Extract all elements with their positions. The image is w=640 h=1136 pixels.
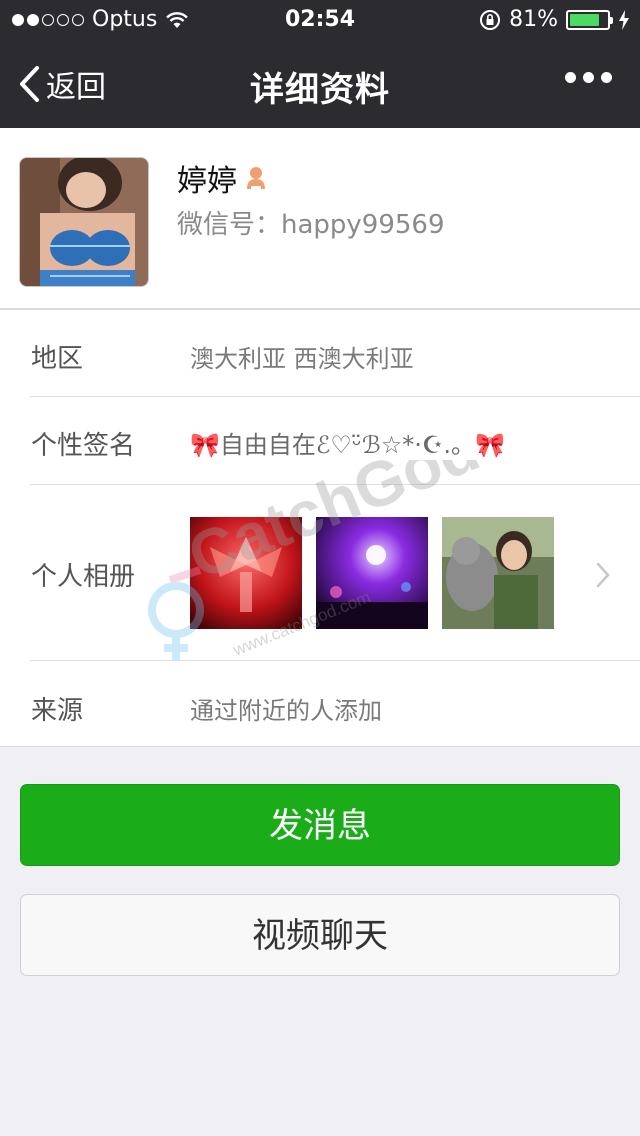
region-label: 地区 <box>31 344 84 374</box>
video-chat-button[interactable]: 视频聊天 <box>20 894 620 976</box>
more-options-icon[interactable] <box>565 72 612 83</box>
album-row[interactable]: 个人相册 <box>0 485 640 661</box>
avatar[interactable] <box>19 157 149 287</box>
status-right: 81% <box>479 7 630 32</box>
album-photo-1[interactable] <box>190 517 302 629</box>
female-gender-icon <box>247 167 265 189</box>
source-label: 来源 <box>31 696 84 726</box>
album-photo-3[interactable] <box>442 517 554 629</box>
battery-icon <box>566 9 613 30</box>
page-title: 详细资料 <box>250 70 390 110</box>
signature-label: 个性签名 <box>31 431 136 461</box>
rotation-lock-icon <box>480 9 501 30</box>
wechat-id: 微信号：happy99569 <box>177 210 445 240</box>
profile-name-row: 婷婷 <box>177 156 267 200</box>
battery-percent: 81% <box>509 7 558 32</box>
signature-row: 个性签名 🎀自由自在ℰ♡ᵕ̈ℬ☆*·☪︎.。🎀 <box>0 397 640 485</box>
nav-bar: 返回 详细资料 <box>0 40 640 128</box>
profile-details-list: 地区 澳大利亚 西澳大利亚 个性签名 🎀自由自在ℰ♡ᵕ̈ℬ☆*·☪︎.。🎀 个人… <box>0 309 640 747</box>
battery-fill <box>570 13 599 26</box>
charging-bolt-icon <box>619 9 629 30</box>
status-bar: Optus 02:54 81% <box>0 0 640 40</box>
region-row: 地区 澳大利亚 西澳大利亚 <box>0 310 640 397</box>
album-label: 个人相册 <box>31 562 136 592</box>
signature-value: 🎀自由自在ℰ♡ᵕ̈ℬ☆*·☪︎.。🎀 <box>190 431 505 459</box>
chevron-right-icon <box>596 562 610 588</box>
send-message-button[interactable]: 发消息 <box>20 784 620 866</box>
more-dot <box>583 72 594 83</box>
more-dot <box>601 72 612 83</box>
source-value: 通过附近的人添加 <box>190 697 382 725</box>
source-row: 来源 通过附近的人添加 <box>0 661 640 748</box>
album-photo-2[interactable] <box>316 517 428 629</box>
profile-name: 婷婷 <box>177 164 237 199</box>
region-value: 澳大利亚 西澳大利亚 <box>190 345 414 373</box>
more-dot <box>565 72 576 83</box>
profile-header: 婷婷 微信号：happy99569 <box>0 128 640 309</box>
